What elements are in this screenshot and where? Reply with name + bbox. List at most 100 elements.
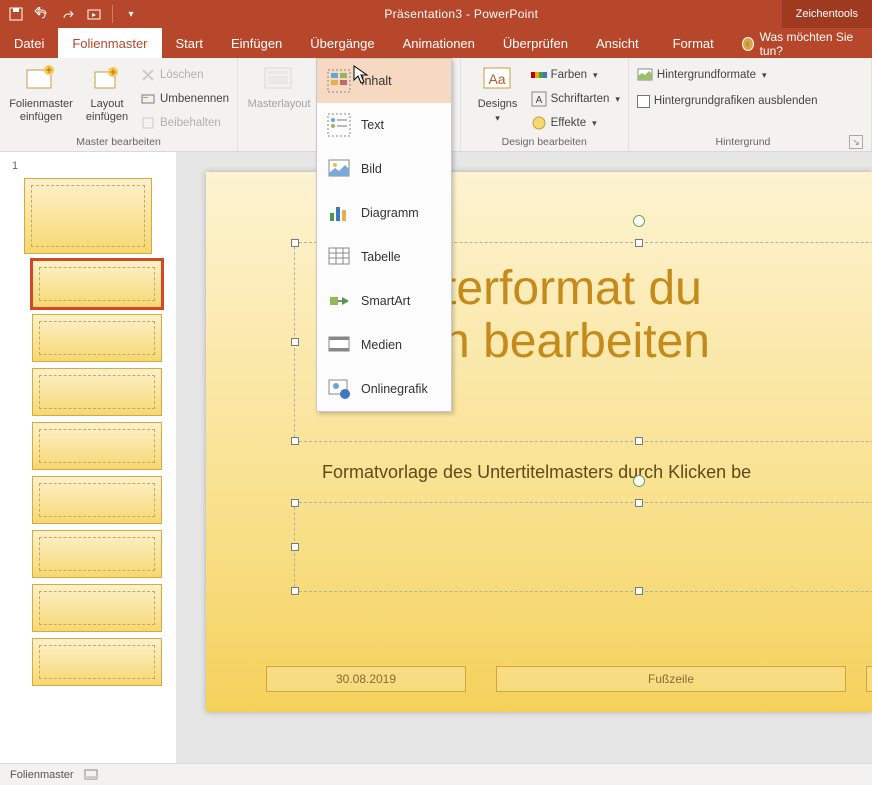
dd-item-smartart[interactable]: SmartArt xyxy=(317,279,451,323)
smartart-icon xyxy=(327,289,351,313)
layout-thumbnail-3[interactable] xyxy=(32,368,162,416)
resize-handle[interactable] xyxy=(635,587,643,595)
layout-insert-icon xyxy=(91,64,123,96)
resize-handle[interactable] xyxy=(291,587,299,595)
masterlayout-icon xyxy=(263,64,295,96)
status-view-label: Folienmaster xyxy=(10,769,74,781)
rotate-handle-icon[interactable] xyxy=(633,475,645,487)
colors-icon xyxy=(531,67,547,83)
content-placeholder[interactable] xyxy=(294,502,872,592)
resize-handle[interactable] xyxy=(291,239,299,247)
slidemaster-insert-icon xyxy=(25,64,57,96)
group-label-background: Hintergrund xyxy=(637,134,849,151)
save-icon[interactable] xyxy=(6,4,26,24)
doc-name: Präsentation3 xyxy=(384,7,462,21)
tab-slidemaster[interactable]: Folienmaster xyxy=(58,28,161,58)
lightbulb-icon: ♀ xyxy=(742,37,754,51)
preserve-button: Beibehalten xyxy=(140,112,229,134)
titlebar: ▾ Präsentation3 - PowerPoint Zeichentool… xyxy=(0,0,872,28)
layout-thumbnail-7[interactable] xyxy=(32,584,162,632)
app-name: PowerPoint xyxy=(474,7,538,21)
resize-handle[interactable] xyxy=(291,543,299,551)
insert-layout-button[interactable]: Layout einfügen xyxy=(78,62,136,134)
layout-thumbnail-2[interactable] xyxy=(32,314,162,362)
svg-text:Aa: Aa xyxy=(488,71,505,87)
rotate-handle-icon[interactable] xyxy=(633,215,645,227)
hide-bg-graphics-checkbox[interactable]: Hintergrundgrafiken ausblenden xyxy=(637,90,818,112)
layout-thumbnail-8[interactable] xyxy=(32,638,162,686)
group-background: Hintergrundformate ▾ Hintergrundgrafiken… xyxy=(629,58,872,151)
slidenum-placeholder[interactable] xyxy=(866,666,872,692)
dd-item-picture[interactable]: Bild xyxy=(317,147,451,191)
rename-icon xyxy=(140,91,156,107)
effects-button[interactable]: Effekte ▾ xyxy=(531,112,620,134)
tab-review[interactable]: Überprüfen xyxy=(489,28,582,58)
layout-thumbnail-6[interactable] xyxy=(32,530,162,578)
dd-item-table[interactable]: Tabelle xyxy=(317,235,451,279)
tab-transitions[interactable]: Übergänge xyxy=(296,28,388,58)
tab-start[interactable]: Start xyxy=(162,28,217,58)
tab-animations[interactable]: Animationen xyxy=(389,28,489,58)
master-thumbnail[interactable] xyxy=(24,178,152,254)
insert-slidemaster-button[interactable]: Folienmaster einfügen xyxy=(8,62,74,134)
tell-me-search[interactable]: ♀ Was möchten Sie tun? xyxy=(728,30,872,58)
redo-icon[interactable] xyxy=(58,4,78,24)
background-formats-button[interactable]: Hintergrundformate ▾ xyxy=(637,64,818,86)
tab-insert[interactable]: Einfügen xyxy=(217,28,296,58)
resize-handle[interactable] xyxy=(291,499,299,507)
ribbon-tabs: Datei Folienmaster Start Einfügen Übergä… xyxy=(0,28,872,58)
ribbon: Folienmaster einfügen Layout einfügen Lö… xyxy=(0,58,872,152)
layout-thumbnail-4[interactable] xyxy=(32,422,162,470)
slide-editor[interactable]: elmasterformat duKlicken bearbeiten Form… xyxy=(176,152,872,763)
undo-icon[interactable] xyxy=(32,4,52,24)
bg-format-icon xyxy=(637,67,653,83)
qat-more-icon[interactable]: ▾ xyxy=(121,4,141,24)
dd-item-text[interactable]: Text xyxy=(317,103,451,147)
preserve-icon xyxy=(140,115,156,131)
group-design-edit: Aa Designs▾ Farben ▾ ASchriftarten ▾ Eff… xyxy=(461,58,629,151)
dialog-launcher-icon[interactable]: ↘ xyxy=(849,135,863,149)
layout-thumbnail-1[interactable] xyxy=(32,260,162,308)
thumbnail-pane[interactable]: 1 xyxy=(0,152,176,763)
tab-file[interactable]: Datei xyxy=(0,28,58,58)
slide-canvas[interactable]: elmasterformat duKlicken bearbeiten Form… xyxy=(206,172,872,712)
fonts-button[interactable]: ASchriftarten ▾ xyxy=(531,88,620,110)
picture-icon xyxy=(327,157,351,181)
fonts-icon: A xyxy=(531,91,547,107)
text-icon xyxy=(327,113,351,137)
chart-icon xyxy=(327,201,351,225)
resize-handle[interactable] xyxy=(291,437,299,445)
effects-icon xyxy=(531,115,547,131)
footer-placeholder[interactable]: Fußzeile xyxy=(496,666,846,692)
resize-handle[interactable] xyxy=(291,338,299,346)
date-placeholder[interactable]: 30.08.2019 xyxy=(266,666,466,692)
resize-handle[interactable] xyxy=(635,499,643,507)
window-title: Präsentation3 - PowerPoint xyxy=(147,7,776,21)
dd-item-content[interactable]: Inhalt xyxy=(317,59,451,103)
online-picture-icon xyxy=(327,377,351,401)
content-icon xyxy=(327,69,351,93)
colors-button[interactable]: Farben ▾ xyxy=(531,64,620,86)
checkbox-empty-icon xyxy=(637,95,650,108)
placeholder-dropdown: Inhalt Text Bild Diagramm Tabelle SmartA… xyxy=(316,58,452,412)
svg-text:A: A xyxy=(535,95,542,106)
subtitle-text[interactable]: Formatvorlage des Untertitelmasters durc… xyxy=(322,462,872,483)
layout-thumbnail-5[interactable] xyxy=(32,476,162,524)
tab-format[interactable]: Format xyxy=(659,28,728,58)
start-over-icon[interactable] xyxy=(84,4,104,24)
notes-icon[interactable] xyxy=(84,769,98,781)
group-label-master-edit: Master bearbeiten xyxy=(8,134,229,151)
delete-icon xyxy=(140,67,156,83)
dd-item-chart[interactable]: Diagramm xyxy=(317,191,451,235)
group-label-design-edit: Design bearbeiten xyxy=(469,134,620,151)
rename-button[interactable]: Umbenennen xyxy=(140,88,229,110)
delete-button: Löschen xyxy=(140,64,229,86)
media-icon xyxy=(327,333,351,357)
resize-handle[interactable] xyxy=(635,437,643,445)
dd-item-media[interactable]: Medien xyxy=(317,323,451,367)
resize-handle[interactable] xyxy=(635,239,643,247)
tab-view[interactable]: Ansicht xyxy=(582,28,653,58)
dd-item-online[interactable]: Onlinegrafik xyxy=(317,367,451,411)
contextual-tools-label: Zeichentools xyxy=(782,0,872,28)
designs-button[interactable]: Aa Designs▾ xyxy=(469,62,527,134)
